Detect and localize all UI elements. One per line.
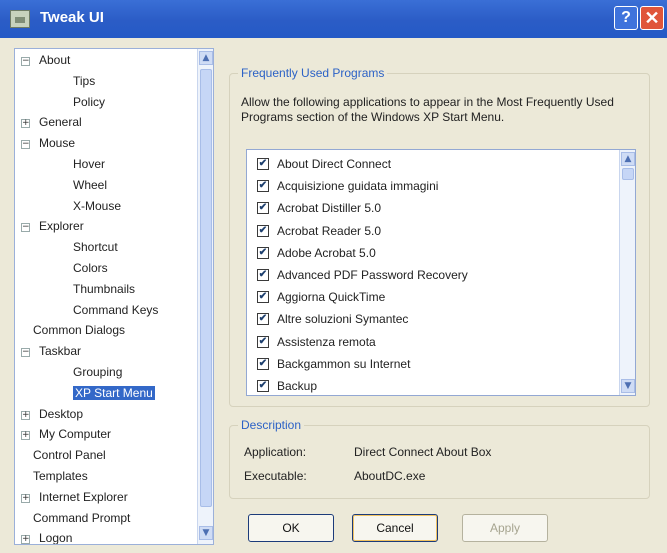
ok-button[interactable]: OK (248, 514, 334, 542)
tweak-ui-window: Tweak UI ? ✕ ▲ ▼ − About Tips Policy + Genera… (0, 0, 667, 553)
tree-item[interactable]: Control Panel (33, 448, 106, 462)
tree-item[interactable]: Command Keys (73, 303, 158, 317)
tree-item[interactable]: Policy (73, 95, 105, 109)
app-icon (10, 10, 30, 28)
executable-label: Executable: (244, 469, 307, 483)
program-label: Acquisizione guidata immagini (277, 179, 439, 194)
program-list-item[interactable]: ✔ Advanced PDF Password Recovery (257, 268, 468, 282)
program-list-item[interactable]: ✔ Assistenza remota (257, 335, 376, 349)
checkbox-check-icon[interactable]: ✔ (257, 269, 269, 281)
tree-item[interactable]: Wheel (73, 178, 107, 192)
tree-expander-icon[interactable]: − (21, 223, 30, 233)
tree-item[interactable]: Colors (73, 261, 108, 275)
list-scroll-down-icon[interactable]: ▼ (621, 379, 635, 393)
checkbox-check-icon[interactable]: ✔ (257, 158, 269, 170)
list-scrollbar[interactable]: ▲ ▼ (619, 150, 635, 395)
description-group (229, 425, 650, 499)
program-label: Acrobat Reader 5.0 (277, 223, 382, 238)
tree-expander-icon[interactable]: + (21, 431, 30, 441)
title-bar[interactable]: Tweak UI ? ✕ (0, 0, 667, 38)
program-list-item[interactable]: ✔ Acquisizione guidata immagini (257, 179, 438, 193)
settings-tree[interactable]: ▲ ▼ − About Tips Policy + General − Mouse Hover W… (14, 48, 214, 545)
frequent-programs-title: Frequently Used Programs (238, 66, 388, 80)
program-label: Assistenza remota (277, 334, 376, 349)
program-label: Backgammon su Internet (277, 356, 411, 371)
checkbox-check-icon[interactable]: ✔ (257, 246, 269, 259)
program-list-item[interactable]: ✔ Aggiorna QuickTime (257, 290, 385, 304)
frequent-programs-description: Allow the following applications to appe… (241, 95, 614, 124)
program-list-item[interactable]: ✔ Adobe Acrobat 5.0 (257, 246, 376, 260)
application-label: Application: (244, 445, 307, 459)
tree-expander-icon[interactable]: − (21, 57, 30, 66)
apply-button[interactable]: Apply (462, 514, 548, 542)
tree-item[interactable]: Hover (73, 157, 105, 171)
program-list-item[interactable]: ✔ About Direct Connect (257, 157, 391, 171)
tree-scroll-thumb[interactable] (200, 69, 212, 507)
help-button[interactable]: ? (614, 6, 638, 30)
tree-item[interactable]: Mouse (39, 136, 75, 150)
programs-list[interactable]: ▲ ▼ ✔ About Direct Connect ✔ Acquisizione g… (246, 149, 636, 396)
tree-expander-icon[interactable]: − (21, 140, 30, 150)
tree-item[interactable]: Templates (33, 469, 88, 483)
tree-item[interactable]: Command Prompt (33, 511, 130, 525)
program-label: Advanced PDF Password Recovery (277, 268, 468, 282)
tree-expander-icon[interactable]: + (21, 535, 30, 544)
checkbox-check-icon[interactable]: ✔ (257, 380, 269, 392)
window-title: Tweak UI (40, 9, 104, 26)
program-label: Altre soluzioni Symantec (277, 312, 409, 327)
tree-item[interactable]: Grouping (73, 365, 122, 379)
program-list-item[interactable]: ✔ Backgammon su Internet (257, 357, 410, 371)
program-list-item[interactable]: ✔ Acrobat Reader 5.0 (257, 224, 381, 238)
tree-item[interactable]: Explorer (39, 219, 84, 233)
executable-value: AboutDC.exe (354, 469, 426, 483)
tree-item[interactable]: Tips (73, 74, 95, 88)
tree-item[interactable]: About (39, 53, 70, 67)
tree-item[interactable]: X-Mouse (73, 199, 121, 213)
program-label: Acrobat Distiller 5.0 (277, 201, 382, 216)
checkbox-check-icon[interactable]: ✔ (257, 335, 269, 348)
tree-scroll-down-icon[interactable]: ▼ (199, 526, 213, 540)
list-scroll-up-icon[interactable]: ▲ (621, 152, 635, 166)
tree-expander-icon[interactable]: + (21, 493, 30, 503)
tree-item[interactable]: General (39, 115, 82, 129)
list-scroll-thumb[interactable] (622, 168, 634, 180)
tree-expander-icon[interactable]: + (21, 119, 30, 129)
program-label: Backup (277, 379, 318, 393)
tree-item[interactable]: Logon (39, 531, 72, 544)
tree-item[interactable]: XP Start Menu (73, 385, 155, 400)
tree-item[interactable]: My Computer (39, 427, 111, 441)
checkbox-check-icon[interactable]: ✔ (257, 180, 269, 193)
checkbox-check-icon[interactable]: ✔ (257, 313, 269, 326)
checkbox-check-icon[interactable]: ✔ (257, 202, 269, 215)
program-label: About Direct Connect (277, 157, 392, 171)
tree-item[interactable]: Common Dialogs (33, 323, 125, 337)
tree-expander-icon[interactable]: − (21, 348, 30, 358)
program-list-item[interactable]: ✔ Altre soluzioni Symantec (257, 312, 408, 326)
program-list-item[interactable]: ✔ Acrobat Distiller 5.0 (257, 201, 381, 215)
tree-item[interactable]: Internet Explorer (39, 490, 128, 504)
cancel-button[interactable]: Cancel (352, 514, 438, 542)
application-value: Direct Connect About Box (354, 445, 492, 459)
description-title: Description (238, 418, 305, 432)
checkbox-check-icon[interactable]: ✔ (257, 224, 269, 237)
tree-scrollbar[interactable]: ▲ ▼ (197, 49, 213, 544)
close-button[interactable]: ✕ (640, 6, 664, 30)
tree-item[interactable]: Desktop (39, 407, 83, 421)
program-label: Adobe Acrobat 5.0 (277, 245, 376, 260)
program-label: Aggiorna QuickTime (277, 290, 386, 305)
checkbox-check-icon[interactable]: ✔ (257, 291, 269, 304)
program-list-item[interactable]: ✔ Backup (257, 379, 317, 393)
tree-scroll-up-icon[interactable]: ▲ (199, 51, 213, 65)
tree-item[interactable]: Taskbar (39, 344, 81, 358)
tree-expander-icon[interactable]: + (21, 410, 30, 420)
checkbox-check-icon[interactable]: ✔ (257, 357, 269, 370)
tree-item[interactable]: Shortcut (73, 240, 118, 254)
tree-item[interactable]: Thumbnails (73, 282, 135, 296)
